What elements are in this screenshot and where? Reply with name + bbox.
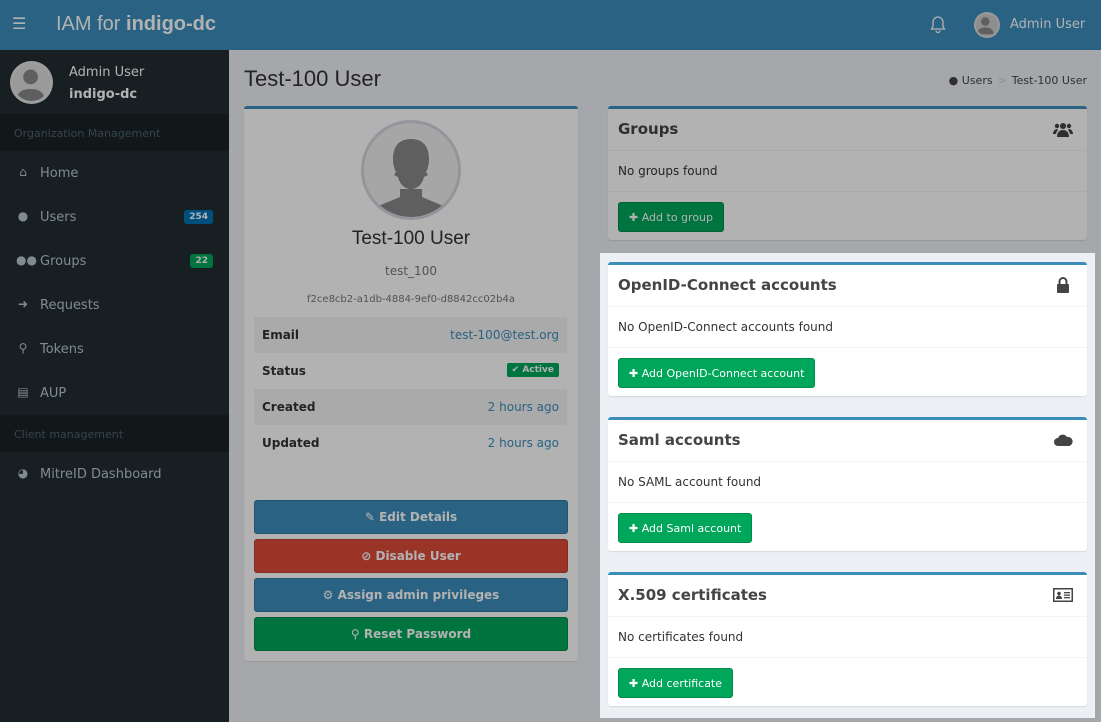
card-title: Saml accounts	[618, 431, 741, 449]
add-saml-account-button[interactable]: ✚ Add Saml account	[618, 513, 753, 543]
lock-icon	[1057, 277, 1069, 293]
x509-certificates-card: X.509 certificates No certificates found…	[608, 572, 1087, 706]
add-certificate-button[interactable]: ✚ Add certificate	[618, 668, 734, 698]
card-empty-text: No certificates found	[608, 617, 1087, 658]
topbar-overlay	[0, 0, 1101, 50]
highlighted-region: OpenID-Connect accounts No OpenID-Connec…	[600, 253, 1095, 718]
cloud-icon	[1054, 434, 1073, 446]
openid-connect-card: OpenID-Connect accounts No OpenID-Connec…	[608, 262, 1087, 396]
card-title: OpenID-Connect accounts	[618, 276, 837, 294]
card-title: X.509 certificates	[618, 586, 767, 604]
id-card-icon	[1053, 588, 1073, 602]
sidebar-overlay	[0, 50, 229, 722]
card-empty-text: No OpenID-Connect accounts found	[608, 307, 1087, 348]
saml-accounts-card: Saml accounts No SAML account found ✚ Ad…	[608, 417, 1087, 551]
add-openid-connect-button[interactable]: ✚ Add OpenID-Connect account	[618, 358, 816, 388]
card-empty-text: No SAML account found	[608, 462, 1087, 503]
